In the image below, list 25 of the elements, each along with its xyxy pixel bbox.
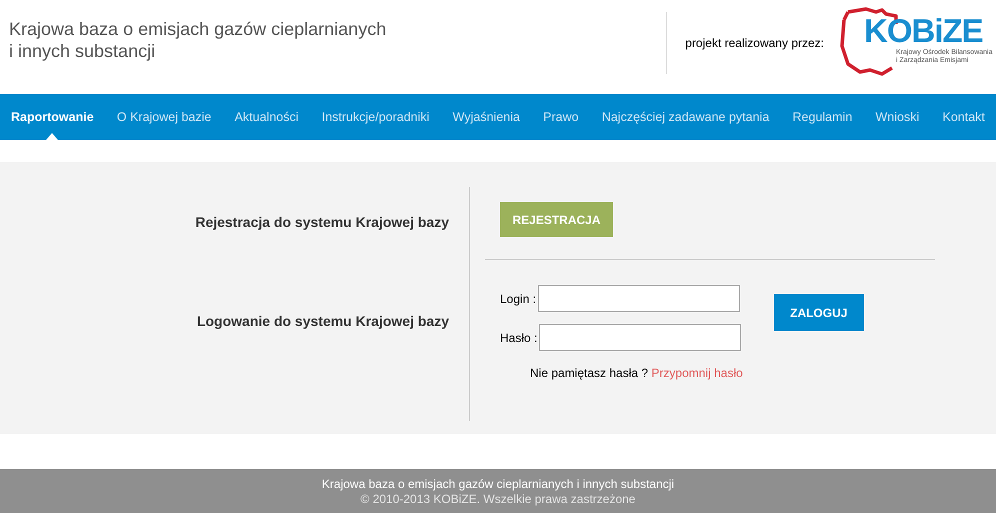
- footer-title: Krajowa baza o emisjach gazów cieplarnianych i innych substancji: [322, 477, 674, 492]
- nav-tab[interactable]: Wyjaśnienia: [444, 94, 529, 140]
- login-input[interactable]: [538, 285, 740, 312]
- remind-password-link[interactable]: Przypomnij hasło: [651, 366, 743, 380]
- partner-label: projekt realizowany przez:: [685, 35, 824, 52]
- nav-tab[interactable]: Wnioski: [866, 94, 928, 140]
- nav-tab[interactable]: Prawo: [534, 94, 588, 140]
- password-label: Hasło :: [500, 330, 538, 346]
- nav-tab[interactable]: Kontakt: [933, 94, 994, 140]
- registration-heading: Rejestracja do systemu Krajowej bazy: [195, 213, 449, 232]
- site-title: i innych substancji: [9, 40, 156, 62]
- nav-tab[interactable]: Najczęściej zadawane pytania: [592, 94, 778, 140]
- login-button[interactable]: ZALOGUJ: [774, 294, 864, 331]
- nav-tab[interactable]: Aktualności: [226, 94, 308, 140]
- login-heading: Logowanie do systemu Krajowej bazy: [196, 312, 449, 331]
- forgot-password-text: Nie pamiętasz hasła ?: [530, 366, 650, 380]
- nav-tab[interactable]: Instrukcje/poradniki: [312, 94, 438, 140]
- logo-wordmark: KOBiZE: [864, 14, 983, 48]
- copyright-text: © 2010-2013 KOBiZE. Wszelkie prawa zastrzeżone: [360, 492, 636, 507]
- register-button[interactable]: REJESTRACJA: [500, 202, 613, 237]
- password-input[interactable]: [539, 324, 742, 351]
- site-title: Krajowa baza o emisjach gazów cieplarnianych: [9, 18, 388, 40]
- nav-tab[interactable]: O Krajowej bazie: [108, 94, 220, 140]
- nav-tab[interactable]: Regulamin: [784, 94, 862, 140]
- login-label: Login :: [500, 290, 536, 308]
